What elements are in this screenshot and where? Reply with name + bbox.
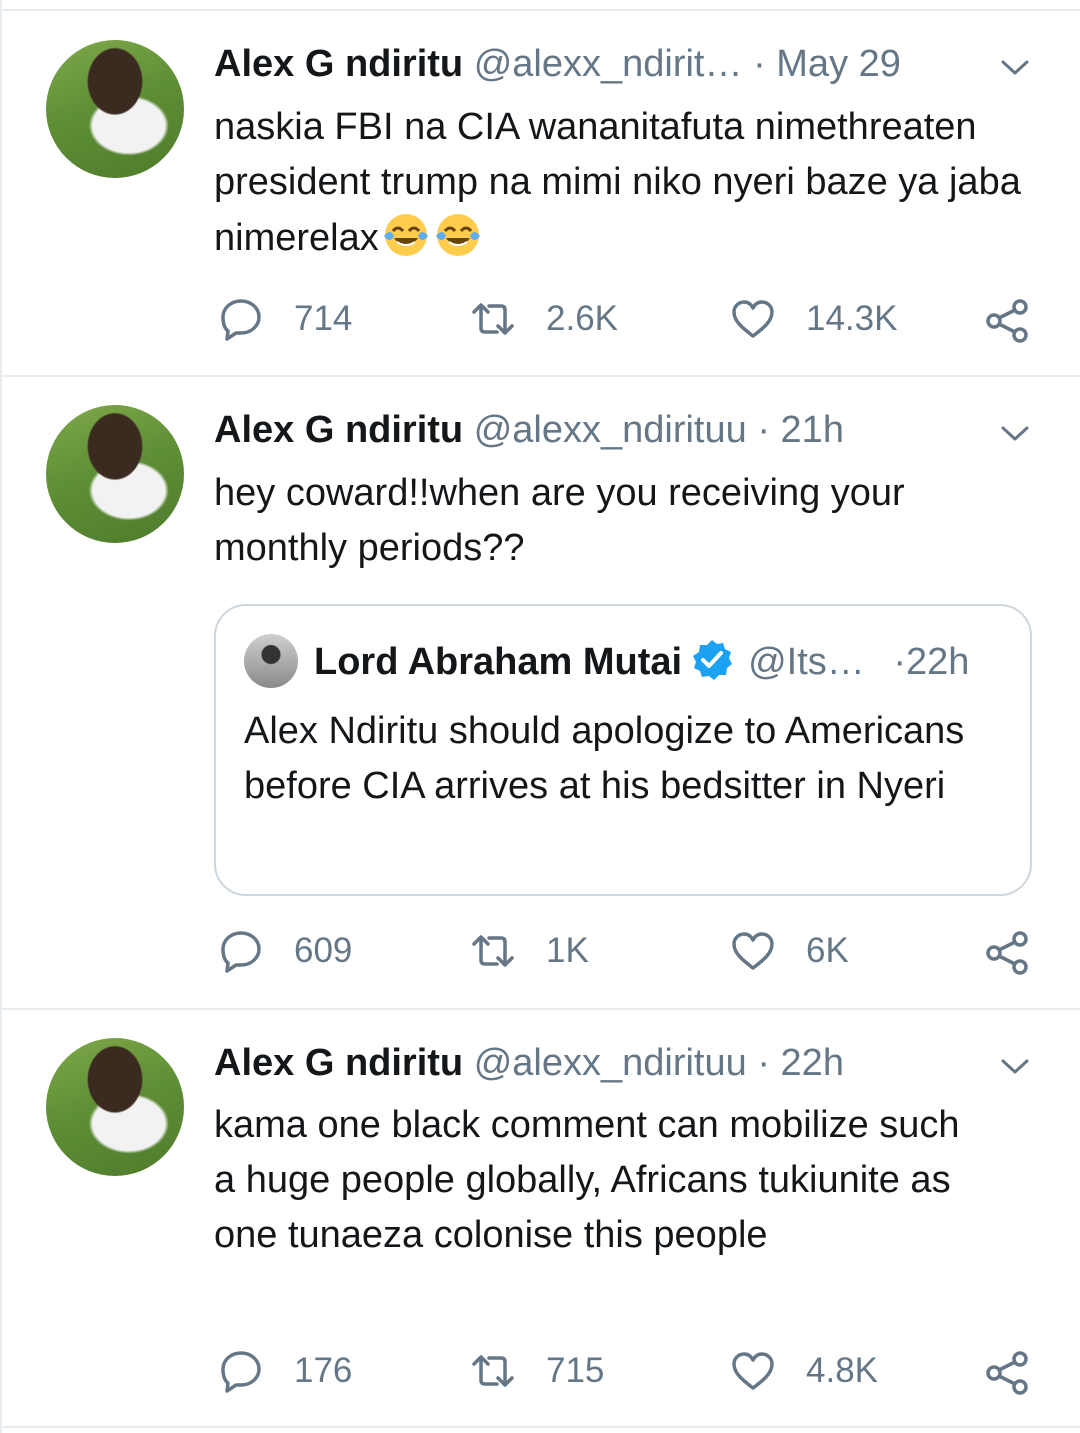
reply-button[interactable]: 714 bbox=[218, 296, 352, 342]
reply-count: 176 bbox=[294, 1351, 353, 1390]
face-with-tears-of-joy-icon bbox=[435, 214, 480, 256]
quoted-text: Alex Ndiritu should apologize to America… bbox=[244, 710, 965, 807]
like-count: 14.3K bbox=[806, 299, 898, 338]
tweet-text: naskia FBI na CIA wananitafuta nimethrea… bbox=[214, 106, 1021, 259]
chevron-down-icon[interactable] bbox=[1000, 422, 1030, 444]
reply-button[interactable]: 609 bbox=[218, 928, 352, 974]
heart-icon bbox=[732, 1352, 774, 1390]
retweet-count: 715 bbox=[546, 1351, 605, 1390]
tweet-text: hey coward!!when are you receiving your … bbox=[214, 472, 905, 569]
quoted-author-handle: @Its… bbox=[748, 641, 865, 683]
reply-count: 609 bbox=[294, 931, 353, 970]
timeline-border bbox=[0, 0, 2, 1433]
timestamp[interactable]: 21h bbox=[781, 409, 844, 451]
quoted-header: Lord Abraham Mutai @Its… ·22h bbox=[314, 638, 969, 686]
separator-dot: · bbox=[757, 409, 770, 451]
share-icon[interactable] bbox=[984, 1350, 1030, 1396]
heart-icon bbox=[732, 932, 774, 970]
retweet-button[interactable]: 715 bbox=[470, 1348, 604, 1394]
chevron-down-icon[interactable] bbox=[1000, 1055, 1030, 1077]
divider bbox=[0, 9, 1080, 11]
like-button[interactable]: 14.3K bbox=[730, 296, 897, 342]
tweet-header: Alex G ndiritu @alexx_ndirituu · 22h bbox=[214, 1041, 844, 1087]
retweet-icon bbox=[472, 1355, 514, 1387]
quoted-timestamp: 22h bbox=[905, 641, 970, 683]
quoted-avatar[interactable] bbox=[244, 634, 298, 688]
tweet-text: kama one black comment can mobilize such… bbox=[214, 1104, 960, 1256]
retweet-button[interactable]: 1K bbox=[470, 928, 589, 974]
author-name[interactable]: Alex G ndiritu bbox=[214, 1042, 463, 1084]
timestamp[interactable]: 22h bbox=[781, 1042, 844, 1084]
retweet-icon bbox=[472, 935, 514, 967]
quoted-author-name: Lord Abraham Mutai bbox=[314, 641, 683, 683]
face-with-tears-of-joy-icon bbox=[383, 214, 428, 256]
like-count: 4.8K bbox=[806, 1351, 878, 1390]
avatar[interactable] bbox=[46, 405, 184, 543]
timestamp[interactable]: May 29 bbox=[776, 43, 901, 85]
author-handle[interactable]: @alexx_ndirit… bbox=[474, 43, 743, 85]
reply-icon bbox=[221, 931, 261, 973]
reply-icon bbox=[221, 1351, 261, 1393]
tweet-header: Alex G ndiritu @alexx_ndirituu · 21h bbox=[214, 408, 844, 454]
separator-dot: · bbox=[753, 43, 766, 85]
divider bbox=[0, 1426, 1080, 1428]
retweet-count: 2.6K bbox=[546, 299, 618, 338]
tweet-actions: 609 1K 6K bbox=[214, 928, 1044, 978]
like-count: 6K bbox=[806, 931, 849, 970]
retweet-icon bbox=[472, 303, 514, 335]
avatar[interactable] bbox=[46, 40, 184, 178]
author-name[interactable]: Alex G ndiritu bbox=[214, 43, 463, 85]
tweet-header: Alex G ndiritu @alexx_ndirit… · May 29 bbox=[214, 42, 901, 88]
share-icon[interactable] bbox=[984, 298, 1030, 344]
author-handle[interactable]: @alexx_ndirituu bbox=[474, 409, 747, 451]
tweet-actions: 714 2.6K 14.3K bbox=[214, 296, 1044, 346]
chevron-down-icon[interactable] bbox=[1000, 56, 1030, 78]
reply-button[interactable]: 176 bbox=[218, 1348, 352, 1394]
tweet-actions: 176 715 4.8K bbox=[214, 1348, 1044, 1398]
like-button[interactable]: 6K bbox=[730, 928, 849, 974]
quoted-tweet[interactable]: Lord Abraham Mutai @Its… ·22h Alex Ndirit… bbox=[214, 604, 1032, 896]
verified-badge-icon bbox=[693, 640, 733, 680]
retweet-count: 1K bbox=[546, 931, 589, 970]
avatar[interactable] bbox=[46, 1038, 184, 1176]
reply-icon bbox=[221, 299, 261, 341]
author-handle[interactable]: @alexx_ndirituu bbox=[474, 1042, 747, 1084]
divider bbox=[0, 375, 1080, 377]
separator-dot: · bbox=[757, 1042, 770, 1084]
like-button[interactable]: 4.8K bbox=[730, 1348, 878, 1394]
retweet-button[interactable]: 2.6K bbox=[470, 296, 618, 342]
heart-icon bbox=[732, 300, 774, 338]
author-name[interactable]: Alex G ndiritu bbox=[214, 409, 463, 451]
share-icon[interactable] bbox=[984, 930, 1030, 976]
divider bbox=[0, 1008, 1080, 1010]
separator-dot: · bbox=[893, 641, 906, 683]
reply-count: 714 bbox=[294, 299, 353, 338]
